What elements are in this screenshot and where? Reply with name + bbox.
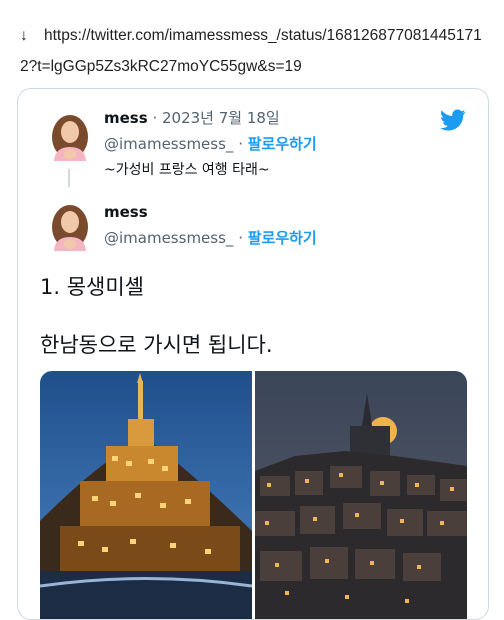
tweet-embed-card[interactable]: mess · 2023년 7월 18일 @imamessmess_ · 팔로우하… [17,88,489,620]
avatar[interactable] [45,107,95,161]
tweet-text-line: 1. 몽생미셸 [40,275,144,299]
author-handle-row: @imamessmess_ · 팔로우하기 [104,135,317,153]
twitter-bird-icon[interactable] [438,107,468,133]
follow-button[interactable]: 팔로우하기 [248,229,317,247]
author-handle[interactable]: @imamessmess_ [104,229,233,247]
author-handle-row: @imamessmess_ · 팔로우하기 [104,229,317,247]
tweet-text-line: 한남동으로 가시면 됩니다. [40,333,273,357]
tweet-url[interactable]: https://twitter.com/imamessmess_/status/… [20,27,482,75]
author-name[interactable]: mess [104,203,148,221]
avatar[interactable] [45,197,95,251]
author-name[interactable]: mess · 2023년 7월 18일 [104,107,280,128]
share-link[interactable]: ↓ https://twitter.com/imamessmess_/status… [20,20,490,82]
tweet-photo-hannam-dong[interactable] [255,371,467,619]
thread-connector [68,169,70,187]
tweet-date[interactable]: · 2023년 7월 18일 [148,109,279,127]
author-handle[interactable]: @imamessmess_ [104,135,233,153]
parent-tweet-text: ~가성비 프랑스 여행 타래~ [104,162,270,178]
tweet-photo-mont-saint-michel[interactable] [40,371,252,619]
down-arrow-icon: ↓ [20,27,28,44]
follow-button[interactable]: 팔로우하기 [248,135,317,153]
